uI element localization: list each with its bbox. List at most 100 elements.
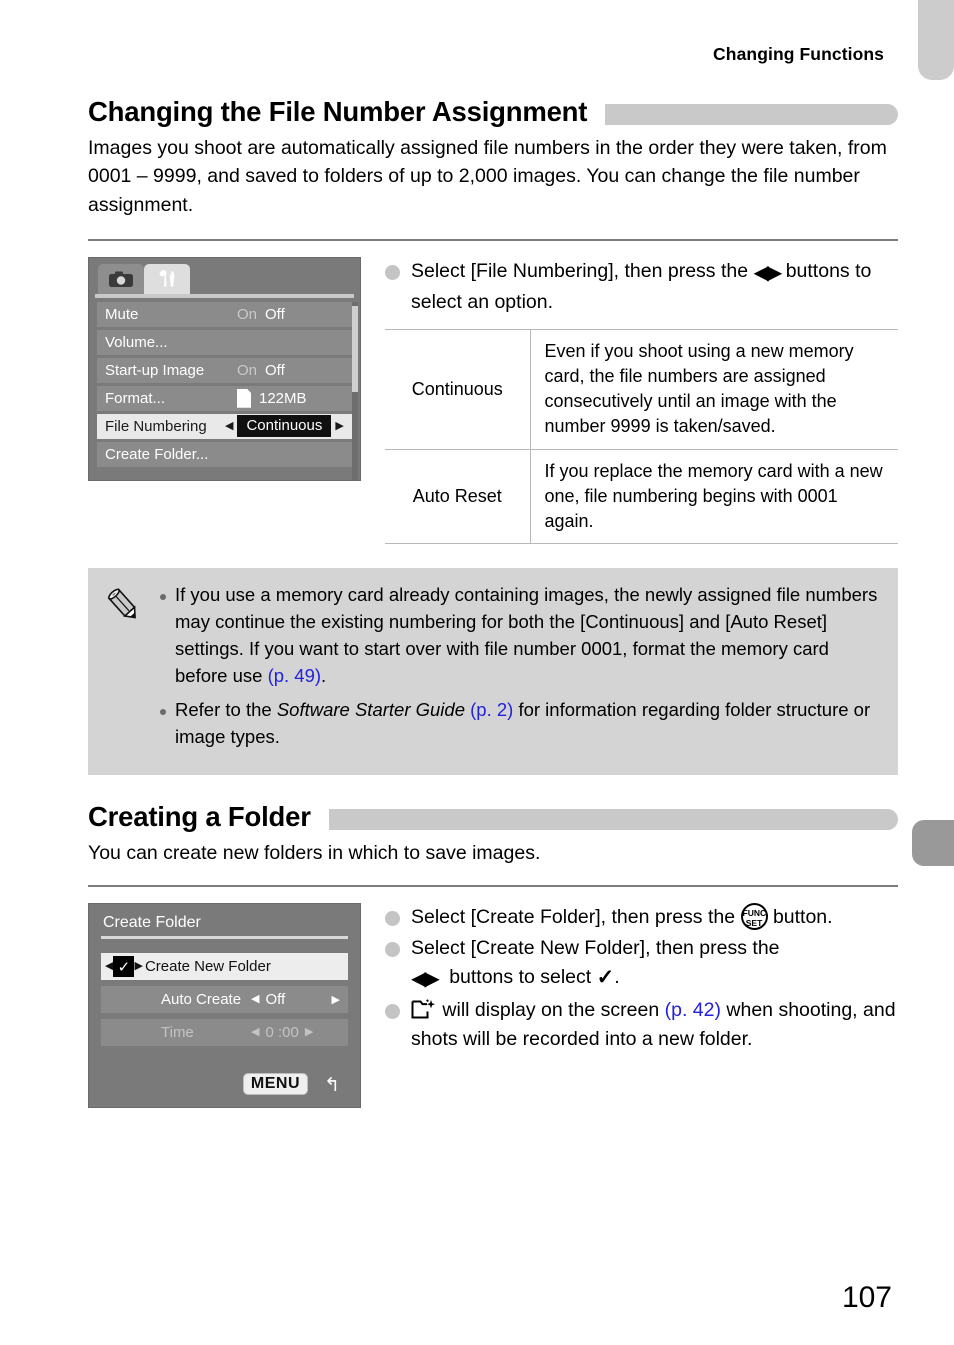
menu-scrollbar[interactable] xyxy=(352,301,358,480)
screenshot-column-1: Mute On Off Volume... Start-up Image On … xyxy=(88,256,365,544)
step-text-post: . xyxy=(614,965,620,988)
row-time[interactable]: Time ◀ 0 :00 ▶ xyxy=(101,1019,348,1047)
section-1-intro: Images you shoot are automatically assig… xyxy=(88,137,887,216)
right-arrow-icon[interactable]: ▶ xyxy=(335,420,343,432)
right-arrow-icon[interactable]: ▶ xyxy=(305,1027,313,1038)
note-text-a: Refer to the xyxy=(175,699,277,721)
new-folder-icon xyxy=(411,998,437,1020)
bullet-dot-icon xyxy=(385,911,400,927)
checkmark-icon: ✓ xyxy=(113,956,135,978)
right-arrow-icon[interactable]: ▶ xyxy=(134,961,142,972)
tab-settings[interactable] xyxy=(144,263,190,294)
table-row: Continuous Even if you shoot using a new… xyxy=(385,328,898,450)
func-set-button-icon: FUNC. SET xyxy=(740,903,769,931)
instruction-column-2: Select [Create Folder], then press the F… xyxy=(365,903,898,1108)
step-bullet-2: Select [Create New Folder], then press t… xyxy=(385,934,898,994)
create-folder-screen: Create Folder ◀ ✓ ▶ Create New Folder Au… xyxy=(88,903,361,1109)
left-arrow-icon[interactable]: ◀ xyxy=(225,420,233,432)
row-value: Off xyxy=(265,991,286,1009)
step-bullet-1: Select [File Numbering], then press the … xyxy=(385,257,898,317)
page-link[interactable]: (p. 2) xyxy=(465,699,513,720)
menu-row-volume[interactable]: Volume... xyxy=(97,329,352,355)
note-text-b: . xyxy=(321,664,327,686)
note-bullet-icon xyxy=(160,594,166,601)
menu-scrollbar-thumb[interactable] xyxy=(352,305,358,392)
section-2-title: Creating a Folder xyxy=(88,801,311,833)
row-create-new-folder[interactable]: ◀ ✓ ▶ Create New Folder xyxy=(101,953,348,981)
menu-row-format[interactable]: Format... 122MB xyxy=(97,385,352,411)
menu-row-startup-image[interactable]: Start-up Image On Off xyxy=(97,357,352,383)
left-right-arrows-icon: ◀▶ xyxy=(753,261,783,284)
row-auto-create[interactable]: Auto Create ◀ Off ▶ xyxy=(101,986,348,1014)
page-link[interactable]: (p. 49) xyxy=(268,665,321,686)
menu-row-mute[interactable]: Mute On Off xyxy=(97,301,352,327)
menu-row-value: 122MB xyxy=(237,388,307,408)
menu-button[interactable]: MENU xyxy=(242,1073,308,1096)
menu-row-value: On Off xyxy=(237,306,285,323)
camera-menu-screen: Mute On Off Volume... Start-up Image On … xyxy=(88,256,361,481)
step-text-pre: Select [Create Folder], then press the xyxy=(411,906,736,929)
step-bullet-3: will display on the screen (p. 42) when … xyxy=(385,996,898,1053)
margin-tab-chapter xyxy=(912,820,954,866)
step-text: Select [Create New Folder], then press t… xyxy=(411,934,780,994)
option-description: Even if you shoot using a new memory car… xyxy=(530,328,898,450)
section-2-intro: You can create new folders in which to s… xyxy=(88,842,541,865)
file-numbering-value: Continuous xyxy=(237,415,332,438)
step-text-pre: Select [Create New Folder], then press t… xyxy=(411,936,780,959)
manual-page: Changing Functions Changing the File Num… xyxy=(0,0,954,1345)
menu-row-file-numbering[interactable]: File Numbering ◀ Continuous ▶ xyxy=(97,413,352,439)
wrench-tools-icon xyxy=(159,269,175,287)
section-1-heading: Changing the File Number Assignment xyxy=(88,96,898,128)
step-text-mid: buttons to select xyxy=(449,965,592,988)
note-bullet-icon xyxy=(160,709,166,716)
note-box: If you use a memory card already contain… xyxy=(88,568,898,776)
bullet-dot-icon xyxy=(385,941,400,957)
create-folder-screen-title: Create Folder xyxy=(103,914,201,932)
note-list: If you use a memory card already contain… xyxy=(160,582,882,759)
note-item: If you use a memory card already contain… xyxy=(160,582,882,689)
menu-row-create-folder[interactable]: Create Folder... xyxy=(97,441,352,467)
step-row-2: Create Folder ◀ ✓ ▶ Create New Folder Au… xyxy=(88,903,898,1109)
screenshot-column-2: Create Folder ◀ ✓ ▶ Create New Folder Au… xyxy=(88,903,365,1109)
row-label: Auto Create xyxy=(161,991,242,1009)
instruction-column-1: Select [File Numbering], then press the … xyxy=(365,257,898,545)
option-name: Auto Reset xyxy=(385,448,531,545)
step-row-1: Mute On Off Volume... Start-up Image On … xyxy=(88,256,898,545)
guide-title: Software Starter Guide xyxy=(276,699,465,721)
menu-row-value: ◀ Continuous ▶ xyxy=(225,415,344,438)
bullet-dot-icon xyxy=(385,1004,400,1019)
menu-row-label: Volume... xyxy=(105,333,168,351)
table-row: Auto Reset If you replace the memory car… xyxy=(385,448,898,545)
camera-menu-tab-underline xyxy=(95,293,354,298)
screen-title-underline xyxy=(101,936,348,940)
camera-menu-tabs xyxy=(89,258,360,294)
value-on: On xyxy=(237,305,258,323)
row-value-group: ◀ Off xyxy=(251,991,285,1008)
memory-card-icon xyxy=(237,388,251,408)
note-item: Refer to the Software Starter Guide (p. … xyxy=(160,697,882,751)
right-arrow-icon[interactable]: ▶ xyxy=(332,993,340,1006)
pencil-note-icon xyxy=(104,582,148,759)
left-arrow-icon[interactable]: ◀ xyxy=(105,961,113,972)
step-text: will display on the screen (p. 42) when … xyxy=(411,996,898,1053)
left-arrow-icon[interactable]: ◀ xyxy=(251,994,259,1005)
row-label: Time xyxy=(161,1024,194,1042)
step-bullet-1: Select [Create Folder], then press the F… xyxy=(385,903,898,932)
camera-icon xyxy=(109,271,133,287)
checkmark-icon: ✓ xyxy=(596,965,615,989)
value-off: Off xyxy=(265,361,285,379)
content-column: Changing the File Number Assignment Imag… xyxy=(88,0,898,1109)
value-on: On xyxy=(237,361,258,379)
tab-shooting[interactable] xyxy=(98,263,144,294)
step-text: Select [Create Folder], then press the F… xyxy=(411,903,833,932)
step-text-pre: Select [File Numbering], then press the xyxy=(411,259,749,282)
menu-row-label: Create Folder... xyxy=(105,445,209,463)
options-table: Continuous Even if you shoot using a new… xyxy=(385,328,898,545)
value-off: Off xyxy=(265,305,285,323)
left-arrow-icon[interactable]: ◀ xyxy=(251,1027,259,1038)
camera-menu-rows: Mute On Off Volume... Start-up Image On … xyxy=(89,301,360,480)
step-text-post: button. xyxy=(772,906,833,929)
option-description: If you replace the memory card with a ne… xyxy=(530,448,898,545)
menu-row-label: Start-up Image xyxy=(105,361,205,379)
page-link[interactable]: (p. 42) xyxy=(665,999,721,1021)
